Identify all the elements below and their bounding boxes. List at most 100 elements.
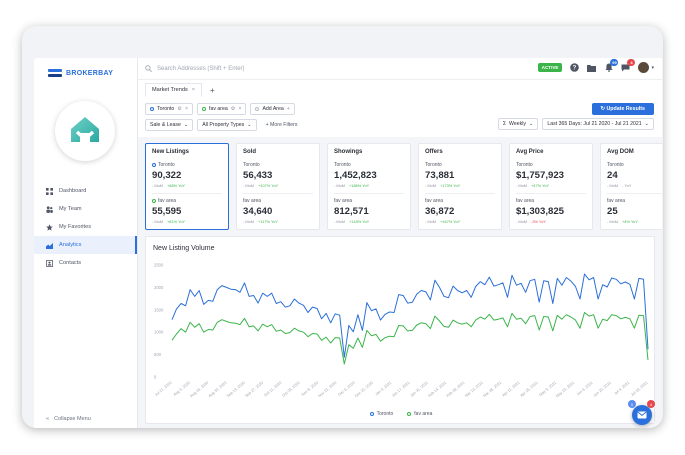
collapse-menu-label: Collapse Menu [54,416,91,422]
status-badge[interactable]: ACTIVE [537,63,563,72]
sidebar-item-label: Contacts [59,260,82,266]
metric-card[interactable]: Showings Toronto 1,452,823- MoM +186% YoY fa… [327,143,411,230]
help-button[interactable]: ? [570,63,580,72]
divider [243,193,313,194]
sidebar-item-my-favorites[interactable]: My Favorites [34,218,137,236]
date-range-select[interactable]: Last 365 Days: Jul 21 2020 - Jul 21 2021… [542,118,654,130]
metric-block-toronto: Toronto 24 - MoM - YoY [607,162,662,188]
metric-value: 1,452,823 [334,170,377,181]
x-tick-label: Jul 18, 2021 [630,381,648,397]
sidebar-item-dashboard[interactable]: Dashboard [34,182,137,200]
x-tick-label: Mar 28, 2021 [482,381,502,398]
interval-select[interactable]: Σ Weekly ⌄ [497,118,539,130]
collapse-menu-button[interactable]: « Collapse Menu [46,416,91,422]
divider [334,193,404,194]
series-line-toronto[interactable] [171,273,649,358]
user-menu[interactable]: ▾ [638,62,654,73]
area-chip-label: fav area [209,106,228,112]
metric-change: - MoM +81% YoY [152,219,222,224]
sidebar-item-analytics[interactable]: Analytics [34,236,137,254]
metric-change: - MoM +186% YoY [334,183,404,188]
metric-block-toronto: Toronto 90,322 - MoM +88% YoY [152,162,222,188]
sidebar-item-label: Dashboard [59,188,87,194]
sidebar-item-label: My Team [59,206,82,212]
area-chip-fav-area[interactable]: fav area ⚙ × [197,103,247,115]
plus-icon: + [286,106,290,112]
legend-item-fav-area[interactable]: fav area [407,411,432,417]
add-tab-button[interactable]: + [210,86,215,95]
sale-lease-select[interactable]: Sale & Lease ⌄ [145,119,194,131]
metric-area-label: fav area [152,198,222,204]
brand-name-b: BAY [98,70,114,77]
yoy-change: - YoY [622,183,632,188]
chart-legend: Toronto fav area [146,411,656,417]
metric-value: 24 [607,170,618,181]
metric-card[interactable]: Avg DOM Toronto 24- MoM - YoY fav area 25- Mo… [600,143,662,230]
fav-area-legend-dot-icon [407,412,412,416]
divider [516,193,586,194]
yoy-change: +4% YoY [622,219,638,224]
metric-block-fav-area: fav area 25 - MoM +4% YoY [607,198,662,224]
sidebar-item-contacts[interactable]: Contacts [34,254,137,272]
search-input[interactable]: Search Addresses (Shift + Enter) [157,66,245,72]
close-icon[interactable]: × [238,106,241,112]
fav-area-dot-icon [152,199,156,203]
metric-block-toronto: Toronto $1,757,923 - MoM +47% YoY [516,162,586,188]
metric-area-name: fav area [516,198,535,204]
tab-market-trends[interactable]: Market Trends × [145,83,203,97]
notifications-button[interactable]: 99 [604,59,619,72]
legend-label: fav area [414,411,433,417]
toronto-legend-dot-icon [369,412,374,416]
top-bar: Search Addresses (Shift + Enter) ACTIVE … [138,58,662,80]
metric-value: 812,571 [334,206,369,217]
metric-card[interactable]: Offers Toronto 73,881- MoM +173% YoY fav are… [418,143,502,230]
metric-block-fav-area: fav area 36,872 - MoM +167% YoY [425,198,495,224]
mom-change: - MoM [243,183,255,188]
folder-button[interactable] [587,63,597,72]
x-tick-label: Aug 16, 2020 [189,381,209,399]
metric-card-title: Avg DOM [607,149,634,155]
metric-card[interactable]: Sold Toronto 56,433- MoM +107% YoY fav area 3… [236,143,320,230]
legend-item-toronto[interactable]: Toronto [369,411,393,417]
metric-change: - MoM +167% YoY [425,219,495,224]
metric-card[interactable]: Avg Price Toronto $1,757,923- MoM +47% YoY f… [509,143,593,230]
chat-launcher-button[interactable]: 0 4 [628,400,655,425]
series-line-fav-area[interactable] [171,312,649,365]
envelope-icon [637,411,647,419]
search-bar[interactable]: Search Addresses (Shift + Enter) [138,65,245,72]
metric-cards: New Listings Toronto 90,322- MoM +88% YoY fa… [145,143,662,230]
metric-area-name: Toronto [425,162,442,168]
metric-change: - MoM +117% YoY [243,219,313,224]
y-tick-label: 1500 [154,307,164,312]
mom-change: - MoM [516,219,528,224]
x-tick-label: Jan 17, 2021 [391,381,410,398]
metric-value: 90,322 [152,170,182,181]
metric-card-title: New Listings [152,149,190,155]
area-chip-toronto[interactable]: Toronto ⚙ × [145,103,193,115]
x-tick-label: Dec 6, 2020 [337,381,355,397]
messages-button[interactable]: 4 [621,59,636,72]
settings-icon[interactable]: ⚙ [231,106,236,112]
x-tick-label: Aug 30, 2020 [208,381,228,399]
metric-card[interactable]: New Listings Toronto 90,322- MoM +88% YoY fa… [145,143,229,230]
add-area-button[interactable]: Add Area + [250,103,295,115]
brokerbay-logo-icon [48,69,62,78]
property-types-select[interactable]: All Property Types ⌄ [197,119,257,131]
tab-label: Market Trends [152,87,188,93]
close-icon[interactable]: × [192,87,195,93]
close-icon[interactable]: × [185,106,188,112]
yoy-change: +117% YoY [258,219,278,224]
metric-change: - MoM -3% YoY [516,219,586,224]
metric-area-label: Toronto [334,162,404,168]
star-icon [46,223,53,231]
new-listing-volume-chart[interactable]: 0 500 1000 1500 2000 2500 Jul 21, 2020 Aug 3, 2… [146,259,656,409]
metric-value: $1,757,923 [516,170,565,181]
metric-card-title: Offers [425,149,443,155]
settings-icon[interactable]: ⚙ [177,106,182,112]
brand-logo[interactable]: BROKERBAY [48,69,113,78]
x-tick-label: Oct 25, 2020 [282,381,301,398]
divider [152,193,222,194]
update-results-button[interactable]: ↻ Update Results [591,103,654,115]
sidebar-item-my-team[interactable]: My Team [34,200,137,218]
more-filters-button[interactable]: + More Filters [260,119,303,131]
